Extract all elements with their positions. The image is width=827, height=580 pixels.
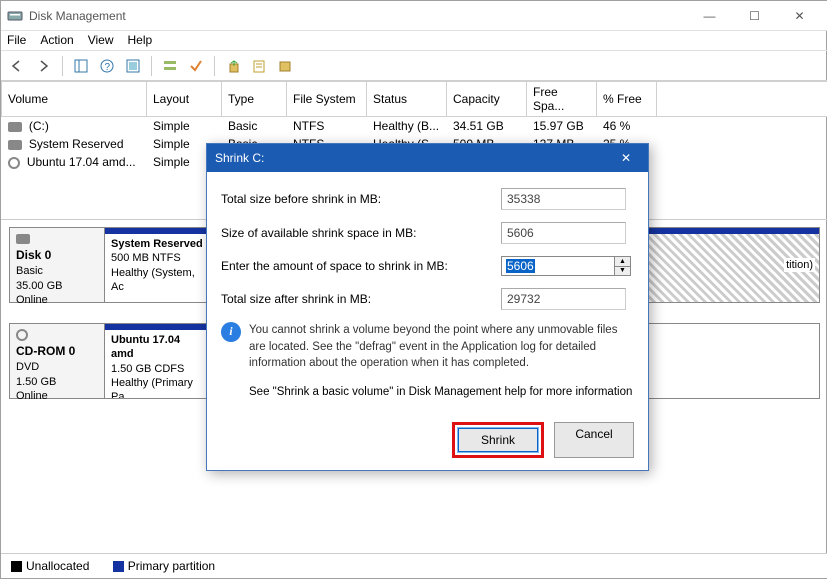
forward-button[interactable] xyxy=(33,55,55,77)
dialog-titlebar[interactable]: Shrink C: ✕ xyxy=(207,144,648,172)
menu-action[interactable]: Action xyxy=(40,33,73,48)
col-status[interactable]: Status xyxy=(367,82,447,117)
disk-header[interactable]: Disk 0Basic35.00 GBOnline xyxy=(10,228,105,302)
value-available: 5606 xyxy=(501,222,626,244)
action-check-button[interactable] xyxy=(185,55,207,77)
shrink-dialog: Shrink C: ✕ Total size before shrink in … xyxy=(206,143,649,471)
shrink-button[interactable]: Shrink xyxy=(458,428,538,452)
menu-view[interactable]: View xyxy=(88,33,114,48)
window-title: Disk Management xyxy=(29,9,687,23)
col-volume[interactable]: Volume xyxy=(2,82,147,117)
wizard-button[interactable] xyxy=(274,55,296,77)
info-icon: i xyxy=(221,322,241,342)
svg-text:?: ? xyxy=(105,62,111,73)
partition[interactable]: Ubuntu 17.04 amd1.50 GB CDFSHealthy (Pri… xyxy=(105,324,210,398)
disk-icon xyxy=(8,122,22,132)
partition[interactable]: System Reserved500 MB NTFSHealthy (Syste… xyxy=(105,228,210,302)
table-row[interactable]: (C:)SimpleBasicNTFSHealthy (B...34.51 GB… xyxy=(2,117,827,136)
menu-help[interactable]: Help xyxy=(128,33,153,48)
dialog-close-button[interactable]: ✕ xyxy=(612,144,640,172)
col-free-space[interactable]: Free Spa... xyxy=(527,82,597,117)
value-total-after: 29732 xyxy=(501,288,626,310)
label-total-before: Total size before shrink in MB: xyxy=(221,192,501,206)
refresh-button[interactable] xyxy=(222,55,244,77)
legend-unallocated-swatch xyxy=(11,561,22,572)
label-enter-amount: Enter the amount of space to shrink in M… xyxy=(221,259,501,273)
help-button[interactable]: ? xyxy=(96,55,118,77)
col-filesystem[interactable]: File System xyxy=(287,82,367,117)
back-button[interactable] xyxy=(7,55,29,77)
cancel-button[interactable]: Cancel xyxy=(554,422,634,458)
maximize-button[interactable]: ☐ xyxy=(732,2,777,30)
col-capacity[interactable]: Capacity xyxy=(447,82,527,117)
cd-icon xyxy=(16,329,28,341)
volume-table-header: Volume Layout Type File System Status Ca… xyxy=(2,82,827,117)
menubar: File Action View Help xyxy=(1,31,827,51)
info-text: You cannot shrink a volume beyond the po… xyxy=(249,322,634,372)
close-button[interactable]: ✕ xyxy=(777,2,822,30)
legend: Unallocated Primary partition xyxy=(1,553,827,578)
col-layout[interactable]: Layout xyxy=(147,82,222,117)
more-info-text: See "Shrink a basic volume" in Disk Mana… xyxy=(249,386,634,398)
settings-button[interactable] xyxy=(122,55,144,77)
toolbar: ? xyxy=(1,51,827,81)
properties-button[interactable] xyxy=(248,55,270,77)
legend-primary-swatch xyxy=(113,561,124,572)
spin-down-button[interactable]: ▼ xyxy=(615,267,630,276)
spin-up-button[interactable]: ▲ xyxy=(615,257,630,267)
minimize-button[interactable]: — xyxy=(687,2,732,30)
menu-file[interactable]: File xyxy=(7,33,26,48)
shrink-amount-input[interactable]: 5606 xyxy=(501,256,615,276)
legend-unallocated-label: Unallocated xyxy=(26,559,89,573)
titlebar: Disk Management — ☐ ✕ xyxy=(1,1,827,31)
disk-icon xyxy=(16,234,30,244)
value-total-before: 35338 xyxy=(501,188,626,210)
label-available: Size of available shrink space in MB: xyxy=(221,226,501,240)
disk-header[interactable]: CD-ROM 0DVD1.50 GBOnline xyxy=(10,324,105,398)
dialog-title: Shrink C: xyxy=(215,151,612,165)
col-pct-free[interactable]: % Free xyxy=(597,82,657,117)
show-hide-tree-button[interactable] xyxy=(70,55,92,77)
volume-list-button[interactable] xyxy=(159,55,181,77)
legend-primary-label: Primary partition xyxy=(128,559,215,573)
label-total-after: Total size after shrink in MB: xyxy=(221,292,501,306)
app-icon xyxy=(7,8,23,24)
disk-icon xyxy=(8,140,22,150)
cd-icon xyxy=(8,157,20,169)
shrink-button-highlight: Shrink xyxy=(452,422,544,458)
col-type[interactable]: Type xyxy=(222,82,287,117)
